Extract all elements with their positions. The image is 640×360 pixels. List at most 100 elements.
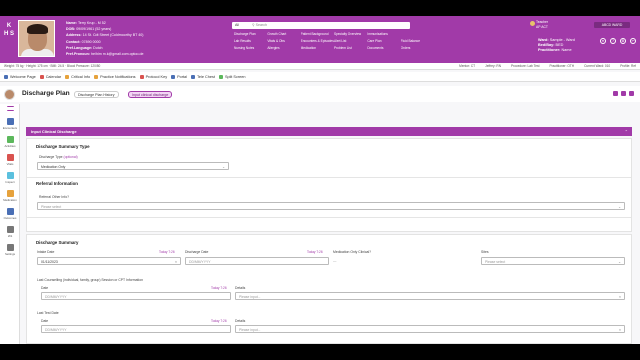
toolbar-critical-info-button[interactable]: Critical Info bbox=[65, 74, 91, 79]
last-test-today-link[interactable]: Today 7:26 bbox=[211, 319, 227, 323]
quick-link[interactable]: Encounters & Episodes bbox=[301, 39, 334, 43]
counselling-date-input[interactable]: DD/MM/YYYY bbox=[41, 292, 231, 300]
discharge-summary-heading: Discharge Summary bbox=[36, 240, 79, 245]
toolbar-label: Calendar bbox=[45, 74, 62, 79]
tab-discharge-history[interactable]: Discharge Plan History bbox=[74, 91, 119, 98]
gear-icon[interactable]: ⚙ bbox=[620, 38, 626, 44]
chevron-up-icon[interactable]: ⌃ bbox=[625, 127, 628, 136]
referral-select[interactable]: Please select ⌄ bbox=[37, 202, 625, 210]
sidenav-item[interactable]: Medication bbox=[0, 190, 20, 202]
quick-link[interactable]: Fluid Balance bbox=[401, 39, 434, 43]
menu-toggle[interactable] bbox=[0, 106, 20, 112]
warning-icon bbox=[65, 74, 70, 79]
section-bar[interactable]: Input Clinical Discharge ⌃ bbox=[26, 127, 632, 136]
search-input[interactable]: Search bbox=[256, 23, 267, 27]
discharge-date-placeholder: DD/MM/YYYY bbox=[189, 260, 211, 264]
discharge-date-input[interactable]: DD/MM/YYYY bbox=[185, 257, 329, 265]
sidenav-item[interactable]: Encounters bbox=[0, 118, 20, 130]
last-test-details-placeholder: Please input... bbox=[239, 328, 261, 332]
quick-link[interactable]: Alert List bbox=[334, 39, 367, 43]
sidenav-item[interactable]: Activities bbox=[0, 136, 20, 148]
quick-link[interactable]: Allergies bbox=[267, 46, 300, 50]
quick-link[interactable]: Nursing Notes bbox=[234, 46, 267, 50]
toolbar-practice-notifications-button[interactable]: Practice Notifications bbox=[94, 74, 136, 79]
quick-link[interactable]: Medication bbox=[301, 46, 334, 50]
toolbar-portal-button[interactable]: Portal bbox=[171, 74, 188, 79]
pronoun-label: Pref.Pronoun: bbox=[66, 51, 90, 56]
quick-link[interactable]: Problem List bbox=[334, 46, 367, 50]
clear-icon[interactable]: × bbox=[619, 293, 621, 301]
clear-icon[interactable]: × bbox=[175, 258, 177, 266]
app-window: K H S Name: Terry Krup - M 52 DOB: 09/09… bbox=[0, 16, 640, 344]
monitor-icon bbox=[191, 74, 196, 79]
sidenav-item[interactable]: Outcomes bbox=[0, 208, 20, 220]
patient-pronoun: he/him m.k@gmail.com.optoo.de bbox=[90, 51, 144, 56]
counselling-details-input[interactable]: Please input... × bbox=[235, 292, 625, 300]
person-icon[interactable]: ● bbox=[600, 38, 606, 44]
discharge-today-link[interactable]: Today 7:26 bbox=[307, 250, 323, 254]
status-item: Procedure: Lab Test bbox=[511, 64, 540, 68]
help-icon[interactable]: ? bbox=[610, 38, 616, 44]
calendar-icon bbox=[39, 74, 44, 79]
patient-avatar bbox=[4, 89, 15, 100]
toolbar-label: Portal bbox=[177, 74, 188, 79]
main-content: Input Clinical Discharge ⌃ Discharge Sum… bbox=[26, 127, 632, 344]
toolbar: Welcome Page Calendar Critical Info Practic… bbox=[0, 72, 640, 82]
divider bbox=[27, 177, 631, 178]
last-test-details-input[interactable]: Please input... × bbox=[235, 325, 625, 333]
intake-today-link[interactable]: Today 7:26 bbox=[159, 250, 175, 254]
quick-link[interactable]: Lab Results bbox=[234, 39, 267, 43]
intake-date-input[interactable]: 01/11/2023 × bbox=[37, 257, 181, 265]
flag-icon[interactable] bbox=[613, 91, 618, 96]
logout-icon[interactable]: ↩ bbox=[630, 38, 636, 44]
quick-link[interactable]: Patient Background bbox=[301, 32, 334, 36]
print-icon[interactable] bbox=[621, 91, 626, 96]
status-bar: Weight: 75 kg · Height: 175 cm · BMI: 24… bbox=[0, 63, 640, 70]
patient-dob: 09/09/1961 (52 years) bbox=[76, 27, 112, 32]
chevron-down-icon: ⌄ bbox=[222, 165, 225, 169]
header-actions: ● ? ⚙ ↩ bbox=[600, 38, 636, 44]
clear-icon[interactable]: × bbox=[619, 326, 621, 334]
last-test-details-label: Details bbox=[235, 319, 246, 323]
sidenav-icon bbox=[6, 226, 14, 233]
toolbar-tele-chest-button[interactable]: Tele Chest bbox=[191, 74, 215, 79]
toolbar-calendar-button[interactable]: Calendar bbox=[39, 74, 62, 79]
quick-link[interactable]: Orders bbox=[401, 46, 434, 50]
patient-name: Terry Krup - M 52 bbox=[77, 21, 106, 25]
global-search[interactable]: All ⚲ Search bbox=[232, 22, 410, 29]
counselling-today-link[interactable]: Today 7:26 bbox=[211, 286, 227, 290]
discharge-type-select[interactable]: Medication Only ⌄ bbox=[37, 162, 229, 170]
ward-value: Sample - Ward bbox=[549, 38, 575, 42]
quick-link[interactable]: Growth Chart bbox=[267, 32, 300, 36]
discharge-type-label-text: Discharge Type bbox=[39, 155, 63, 159]
toolbar-label: Critical Info bbox=[71, 74, 91, 79]
user-info[interactable]: Teacher AP ACT bbox=[530, 20, 586, 30]
toolbar-welcome-page-button[interactable]: Welcome Page bbox=[4, 74, 36, 79]
sidenav-icon bbox=[6, 172, 14, 179]
ward-button[interactable]: ABCD WARD bbox=[594, 22, 630, 28]
sidenav-item[interactable]: Vitals bbox=[0, 154, 20, 166]
quick-link[interactable]: Immunisations bbox=[367, 32, 400, 36]
sidenav-item[interactable]: Inspect bbox=[0, 172, 20, 184]
last-test-date-input[interactable]: DD/MM/YYYY bbox=[41, 325, 231, 333]
sites-select[interactable]: Please select ⌄ bbox=[481, 257, 625, 265]
quick-link[interactable]: Specialty Overview bbox=[334, 32, 367, 36]
sidenav-icon bbox=[6, 154, 14, 161]
refresh-icon[interactable] bbox=[629, 91, 634, 96]
tab-input-discharge[interactable]: Input clinical discharge bbox=[128, 91, 173, 98]
search-scope-dropdown[interactable]: All bbox=[235, 22, 251, 29]
discharge-date-label: Discharge Date bbox=[185, 250, 209, 254]
toolbar-label: Tele Chest bbox=[197, 74, 215, 79]
quick-link[interactable]: Care Plan bbox=[367, 39, 400, 43]
summary-type-heading: Discharge Summary Type bbox=[36, 144, 90, 149]
toolbar-protocol-key-button[interactable]: Protocol Key bbox=[139, 74, 167, 79]
toolbar-split-screen-button[interactable]: Split Screen bbox=[218, 74, 245, 79]
bell-icon bbox=[94, 74, 99, 79]
quick-link[interactable]: Discharge Plan bbox=[234, 32, 267, 36]
portal-icon bbox=[171, 74, 176, 79]
quick-link[interactable]: Documents bbox=[367, 46, 400, 50]
sidenav-item[interactable]: Settings bbox=[0, 244, 20, 256]
quick-link[interactable]: Vitals & Obs bbox=[267, 39, 300, 43]
meds-value: — bbox=[333, 259, 337, 263]
sidenav-item[interactable]: IAS bbox=[0, 226, 20, 238]
